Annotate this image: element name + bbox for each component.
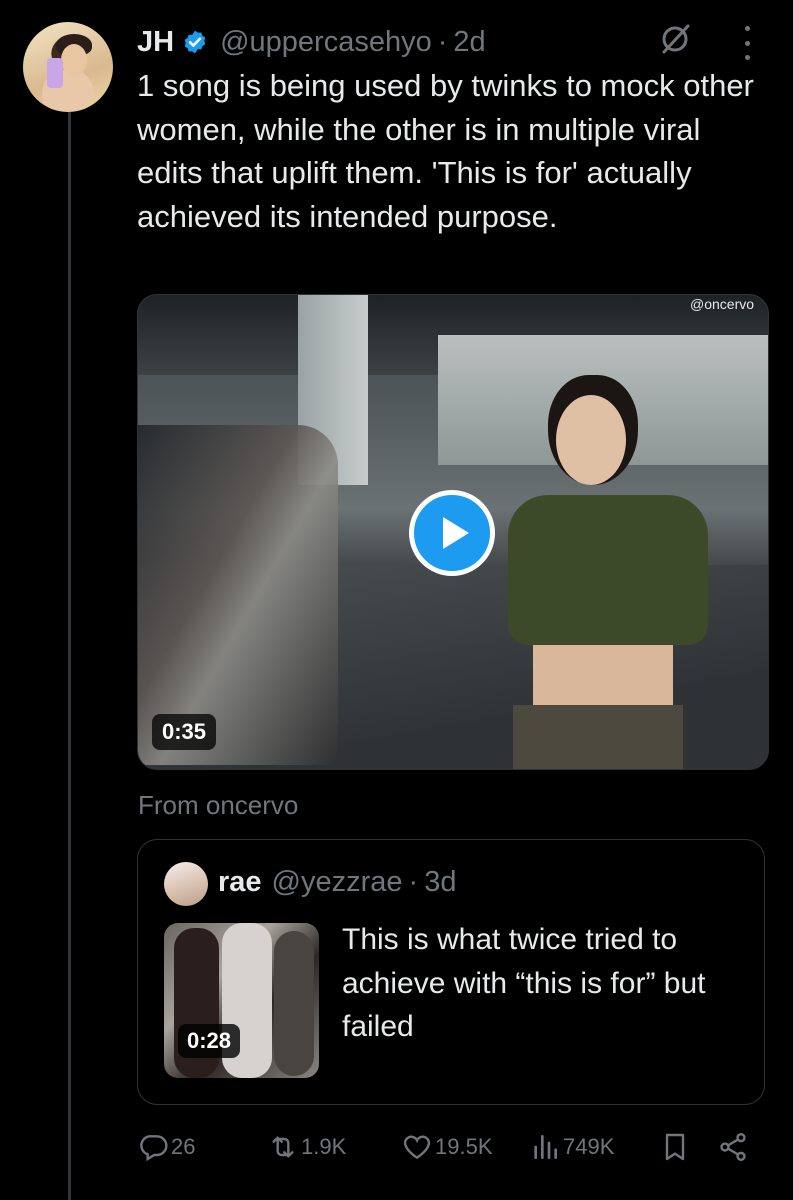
repost-icon	[272, 1136, 294, 1158]
avatar-phone	[47, 58, 63, 88]
video-figure-skirt	[513, 705, 683, 769]
share-icon	[720, 1133, 746, 1161]
tweet-header: JH @uppercasehyo · 2d	[137, 22, 486, 62]
reply-icon	[140, 1135, 168, 1162]
tweet-actions: 26 1.9K 19.5K 749K	[137, 1127, 767, 1167]
grok-icon[interactable]	[658, 22, 692, 56]
tweet-text: 1 song is being used by twinks to mock o…	[137, 68, 754, 234]
like-count: 19.5K	[435, 1134, 493, 1159]
views-icon	[534, 1135, 557, 1159]
video-watermark: @oncervo	[690, 296, 755, 312]
quote-separator-dot: ·	[408, 866, 419, 898]
quote-author-avatar[interactable]	[164, 862, 208, 906]
more-dot	[744, 40, 750, 46]
video-figure-top	[508, 495, 708, 645]
more-options-icon[interactable]	[740, 26, 754, 60]
author-name[interactable]: JH	[137, 26, 174, 59]
repost-count: 1.9K	[301, 1134, 347, 1159]
views-button[interactable]: 749K	[529, 1127, 614, 1167]
quote-author-name[interactable]: rae	[218, 866, 262, 899]
author-avatar[interactable]	[23, 22, 113, 112]
thumb-figure	[274, 931, 314, 1076]
avatar-face	[61, 44, 87, 76]
bookmark-icon	[665, 1133, 685, 1161]
video-figure-face	[556, 395, 626, 485]
quote-header: rae @yezzrae · 3d	[218, 866, 456, 899]
thread-line	[68, 112, 71, 1200]
video-duration: 0:35	[152, 714, 217, 750]
more-dot	[744, 26, 750, 31]
play-button[interactable]	[409, 490, 495, 576]
views-count: 749K	[563, 1134, 615, 1159]
like-icon	[403, 1135, 431, 1160]
quote-text: This is what twice tried to achieve with…	[342, 923, 706, 1043]
quote-author-handle[interactable]: @yezzrae	[272, 866, 403, 899]
video-source-label[interactable]: From oncervo	[138, 790, 298, 821]
more-dot	[744, 55, 750, 60]
author-handle[interactable]: @uppercasehyo	[220, 26, 432, 59]
bookmark-button[interactable]	[659, 1127, 693, 1167]
separator-dot: ·	[437, 25, 448, 58]
reply-button[interactable]: 26	[137, 1127, 195, 1167]
reply-count: 26	[171, 1134, 196, 1159]
like-button[interactable]: 19.5K	[401, 1127, 493, 1167]
quote-time: 3d	[424, 866, 457, 898]
share-button[interactable]	[717, 1127, 751, 1167]
repost-button[interactable]: 1.9K	[267, 1127, 346, 1167]
tweet-time[interactable]: 2d	[453, 26, 485, 59]
quote-video-duration: 0:28	[178, 1024, 241, 1058]
play-icon	[443, 517, 469, 549]
verified-badge-icon	[184, 30, 206, 54]
